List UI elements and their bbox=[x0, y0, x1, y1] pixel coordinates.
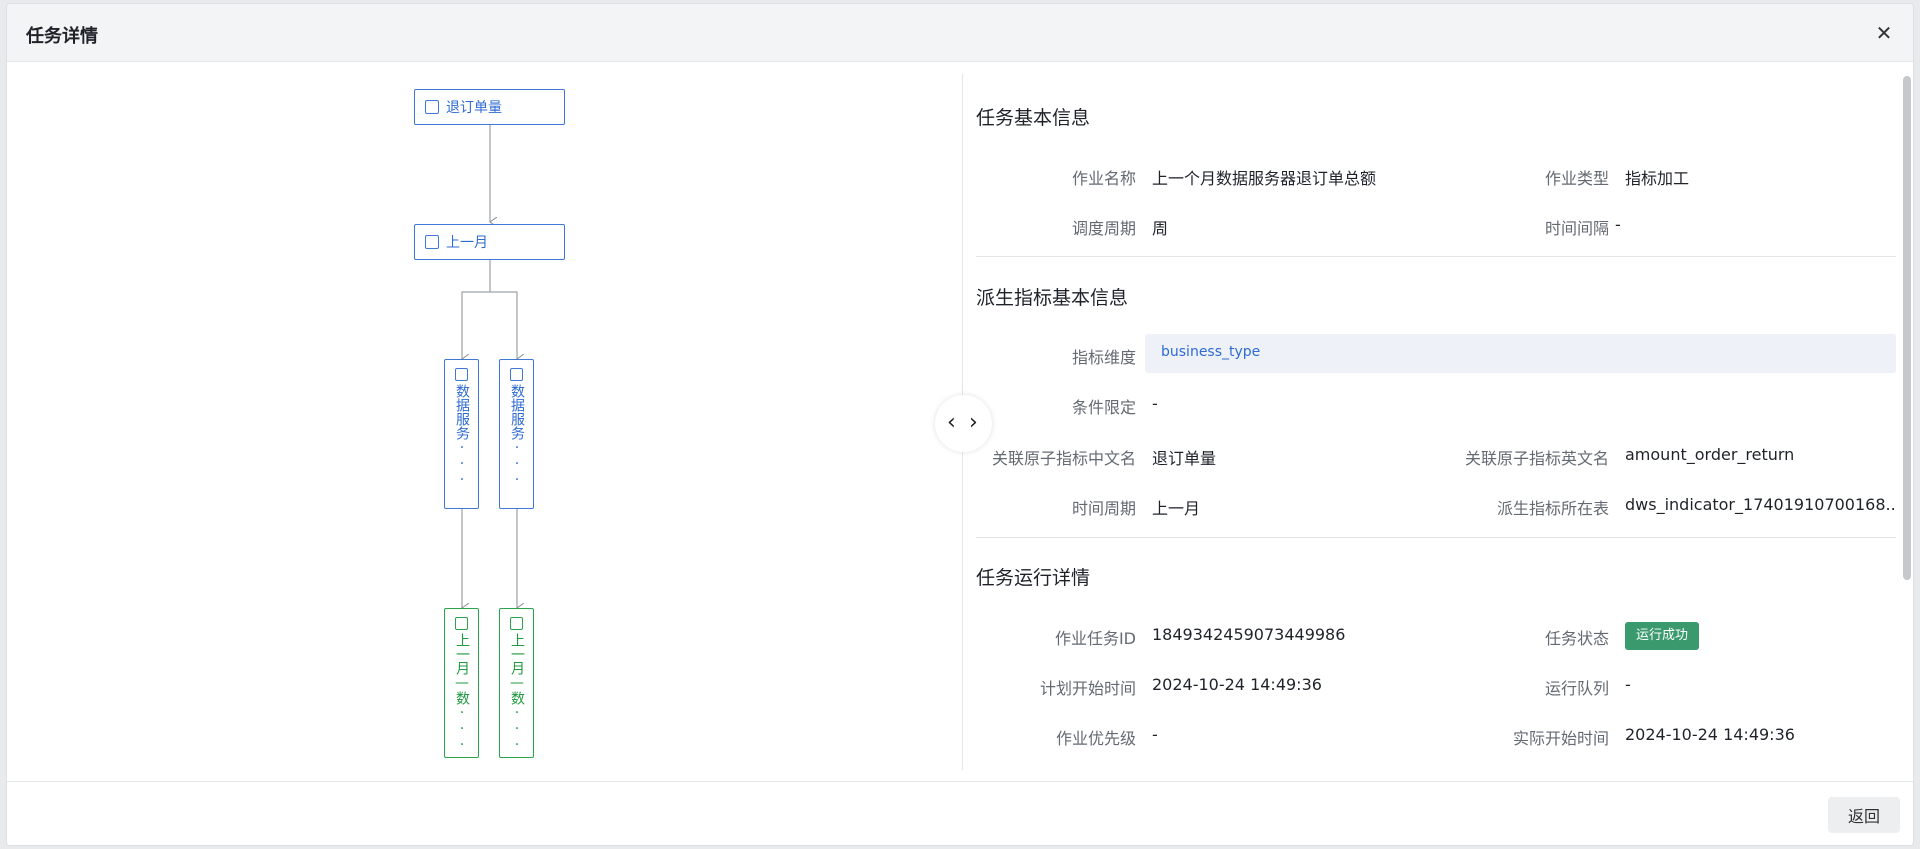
condition-label: 条件限定 bbox=[1071, 398, 1136, 417]
section-title-run: 任务运行详情 bbox=[976, 567, 1091, 589]
job-type-label: 作业类型 bbox=[1544, 169, 1609, 188]
table-icon bbox=[455, 617, 468, 630]
lineage-node-output-2[interactable]: 上一月—数··· bbox=[499, 608, 534, 758]
priority-label: 作业优先级 bbox=[1055, 729, 1136, 748]
task-detail-dialog: 任务详情 ✕ 退订单量 上一月 数据服务··· 数据服务··· 上一月—数···… bbox=[6, 3, 1914, 846]
queue-label: 运行队列 bbox=[1544, 679, 1609, 698]
lineage-graph: 退订单量 上一月 数据服务··· 数据服务··· 上一月—数··· 上一月—数·… bbox=[7, 63, 962, 779]
close-icon[interactable]: ✕ bbox=[1873, 22, 1895, 44]
dialog-footer: 返回 bbox=[7, 781, 1913, 845]
period-label: 时间周期 bbox=[1071, 499, 1136, 518]
lineage-node-period[interactable]: 上一月 bbox=[414, 224, 565, 260]
status-badge: 运行成功 bbox=[1625, 622, 1700, 650]
lineage-node-output-1-label: 上一月—数··· bbox=[454, 633, 470, 753]
section-divider bbox=[976, 256, 1896, 257]
lineage-node-root[interactable]: 退订单量 bbox=[414, 89, 565, 125]
lineage-node-output-1[interactable]: 上一月—数··· bbox=[444, 608, 479, 758]
period-icon bbox=[425, 235, 439, 249]
table-icon bbox=[510, 617, 523, 630]
task-id-value: 1849342459073449986 bbox=[1152, 625, 1346, 644]
service-icon bbox=[510, 368, 523, 381]
plan-start-value: 2024-10-24 14:49:36 bbox=[1152, 675, 1322, 694]
atom-en-label: 关联原子指标英文名 bbox=[1464, 449, 1609, 468]
actual-start-label: 实际开始时间 bbox=[1512, 729, 1609, 748]
chevron-left-icon[interactable]: ‹ bbox=[947, 409, 956, 437]
lineage-node-output-2-label: 上一月—数··· bbox=[509, 633, 525, 753]
atom-en-value: amount_order_return bbox=[1625, 445, 1795, 464]
info-panel: 任务基本信息 作业名称 上一个月数据服务器退订单总额 作业类型 指标加工 调度周… bbox=[976, 63, 1896, 779]
table-value: dws_indicator_17401910700168... bbox=[1625, 495, 1896, 514]
actual-start-value: 2024-10-24 14:49:36 bbox=[1625, 725, 1795, 744]
edge-period-service-2 bbox=[490, 291, 517, 359]
atom-cn-value: 退订单量 bbox=[1152, 449, 1217, 468]
dialog-title: 任务详情 bbox=[26, 26, 98, 47]
schedule-value: 周 bbox=[1152, 219, 1169, 238]
period-value: 上一月 bbox=[1152, 499, 1201, 518]
lineage-node-service-1-label: 数据服务··· bbox=[454, 384, 470, 488]
task-id-label: 作业任务ID bbox=[1054, 629, 1136, 648]
chart-icon bbox=[425, 100, 439, 114]
section-title-basic: 任务基本信息 bbox=[976, 107, 1091, 129]
dimension-tag: business_type bbox=[1161, 344, 1261, 360]
section-divider bbox=[976, 537, 1896, 538]
priority-value: - bbox=[1152, 725, 1158, 744]
interval-value: - bbox=[1615, 215, 1621, 234]
section-title-derived: 派生指标基本信息 bbox=[976, 287, 1129, 309]
lineage-node-service-2-label: 数据服务··· bbox=[509, 384, 525, 488]
schedule-label: 调度周期 bbox=[1071, 219, 1136, 238]
status-label: 任务状态 bbox=[1544, 629, 1609, 648]
lineage-node-root-label: 退订单量 bbox=[446, 100, 502, 116]
dialog-header: 任务详情 ✕ bbox=[7, 4, 1913, 62]
service-icon bbox=[455, 368, 468, 381]
dimension-label: 指标维度 bbox=[1071, 348, 1136, 367]
lineage-node-service-2[interactable]: 数据服务··· bbox=[499, 359, 534, 509]
plan-start-label: 计划开始时间 bbox=[1039, 679, 1136, 698]
job-name-label: 作业名称 bbox=[1071, 169, 1136, 188]
job-type-value: 指标加工 bbox=[1625, 169, 1690, 188]
lineage-node-service-1[interactable]: 数据服务··· bbox=[444, 359, 479, 509]
dimension-value-box: business_type bbox=[1145, 334, 1896, 373]
interval-label: 时间间隔 bbox=[1544, 219, 1609, 238]
queue-value: - bbox=[1625, 675, 1631, 694]
lineage-node-period-label: 上一月 bbox=[446, 235, 488, 251]
info-scrollbar[interactable] bbox=[1903, 76, 1911, 580]
back-button[interactable]: 返回 bbox=[1828, 797, 1900, 833]
atom-cn-label: 关联原子指标中文名 bbox=[991, 449, 1136, 468]
lineage-edges bbox=[7, 101, 962, 779]
condition-value: - bbox=[1152, 394, 1158, 413]
job-name-value: 上一个月数据服务器退订单总额 bbox=[1152, 169, 1377, 188]
table-label: 派生指标所在表 bbox=[1496, 499, 1609, 518]
